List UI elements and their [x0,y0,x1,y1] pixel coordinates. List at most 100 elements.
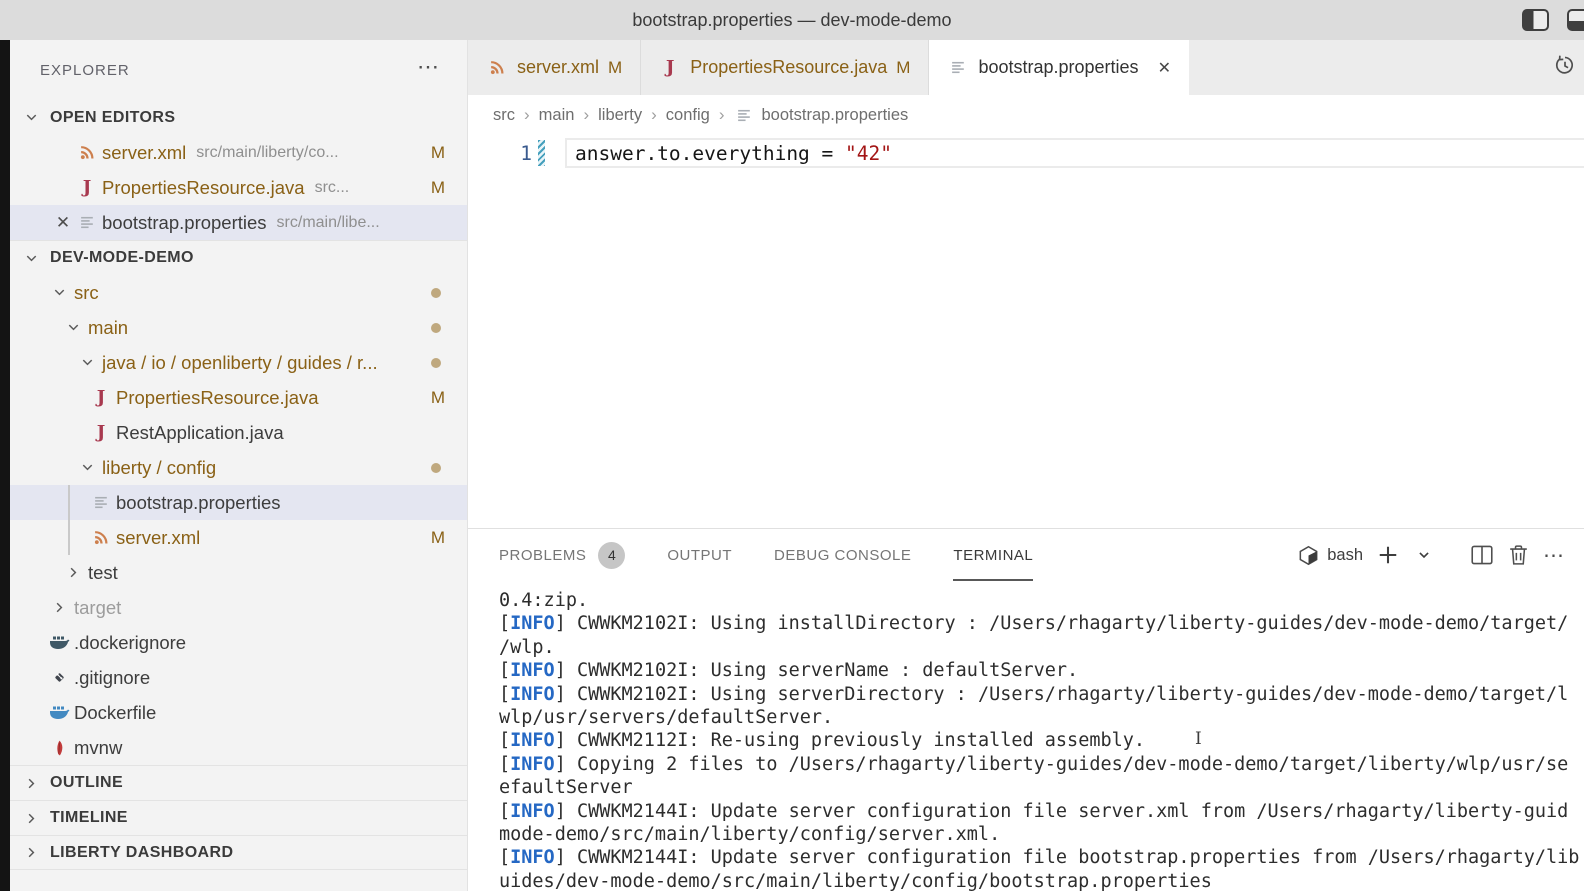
project-root-label: DEV-MODE-DEMO [50,249,194,267]
properties-icon [90,493,112,513]
breadcrumb-file-label: bootstrap.properties [762,106,909,125]
file-name: PropertiesResource.java [102,177,305,199]
tree-item-label: PropertiesResource.java [116,387,319,409]
chevron-right-icon [62,563,84,583]
tree-item-gitignore[interactable]: .gitignore [10,660,467,695]
tree-item-liberty-config[interactable]: liberty / config [10,450,467,485]
open-editor-server-xml[interactable]: server.xmlsrc/main/liberty/co...M [10,135,467,170]
breadcrumb-item-main[interactable]: main [539,106,575,125]
tree-item-dockerfile[interactable]: Dockerfile [10,695,467,730]
terminal-line: [INFO] CWWKM2112I: Re-using previously i… [499,729,1584,752]
log-level-tag: INFO [510,754,555,775]
tree-item-dockerignore[interactable]: .dockerignore [10,625,467,660]
breadcrumb-item-liberty[interactable]: liberty [598,106,642,125]
terminal-line: 0.4:zip. [499,589,1584,612]
terminal-text: CWWKM2144I: Update server configuration … [577,801,1568,822]
code-line-1[interactable]: 1 answer.to.everything = "42" [468,138,1584,168]
terminal-text: CWWKM2102I: Using serverDirectory : /Use… [577,684,1568,705]
timeline-history-icon[interactable] [1554,55,1576,75]
terminal-text: CWWKM2144I: Update server configuration … [577,847,1579,868]
open-editors-header[interactable]: OPEN EDITORS [10,100,467,135]
open-editors-list: server.xmlsrc/main/liberty/co...MJProper… [10,135,467,240]
changes-dot-badge [431,463,441,473]
tab-propertiesresource-java[interactable]: JPropertiesResource.javaM [641,40,929,95]
tree-item-label: mvnw [74,737,122,759]
indent-guide [68,520,70,555]
code-editor[interactable]: 1 answer.to.everything = "42" [468,135,1584,528]
tab-bootstrap-properties[interactable]: bootstrap.properties✕ [929,40,1189,95]
breadcrumb-separator: › [583,105,589,125]
breadcrumb: src›main›liberty›config›bootstrap.proper… [468,95,1584,135]
code-text: answer.to.everything = "42" [575,142,892,165]
terminal-line: [INFO] CWWKM2144I: Update server configu… [499,800,1584,823]
chevron-down-icon [20,108,42,128]
panel-tab-terminal[interactable]: TERMINAL [953,529,1033,581]
indent-guide [68,485,70,520]
chevron-down-icon [76,458,98,478]
panel-tab-output[interactable]: OUTPUT [667,529,732,581]
tree-item-restapplication-java[interactable]: JRestApplication.java [10,415,467,450]
problems-count-badge: 4 [598,542,625,569]
code-token: "42" [845,142,892,165]
tree-item-label: .dockerignore [74,632,186,654]
toggle-panel-icon[interactable] [1567,9,1584,31]
panel-tab-label: DEBUG CONSOLE [774,547,911,564]
bracket: [ [499,754,510,775]
panel-tab-problems[interactable]: PROBLEMS4 [499,529,625,581]
properties-icon [76,213,98,233]
tree-item-label: target [74,597,121,619]
tree-item-main[interactable]: main [10,310,467,345]
explorer-sidebar: EXPLORER ⋯ OPEN EDITORS server.xmlsrc/ma… [10,40,468,891]
tree-item-target[interactable]: target [10,590,467,625]
tree-item-src[interactable]: src [10,275,467,310]
sidebar-section-outline[interactable]: OUTLINE [10,765,467,800]
tree-item-mvnw[interactable]: mvnw [10,730,467,765]
terminal-text: CWWKM2102I: Using installDirectory : /Us… [577,613,1568,634]
close-icon[interactable]: ✕ [50,213,76,233]
split-terminal-icon[interactable] [1471,545,1493,565]
toggle-sidebar-icon[interactable] [1522,9,1549,31]
tab-server-xml[interactable]: server.xmlM [468,40,641,95]
more-actions-icon[interactable]: ⋯ [1543,543,1566,568]
open-editor-propertiesresource-java[interactable]: JPropertiesResource.javasrc...M [10,170,467,205]
sidebar-section-liberty-dashboard[interactable]: LIBERTY DASHBOARD [10,835,467,870]
tree-item-java-io-openliberty-guides-r[interactable]: java / io / openliberty / guides / r... [10,345,467,380]
bracket: ] [555,754,577,775]
changes-dot-badge [431,323,441,333]
terminal-line: wlp/usr/servers/defaultServer. [499,706,1584,729]
terminal-output[interactable]: 0.4:zip. [INFO] CWWKM2102I: Using install… [468,581,1584,891]
properties-icon [734,105,756,125]
new-terminal-icon[interactable] [1377,545,1399,565]
terminal-line: [INFO] CWWKM2144I: Update server configu… [499,846,1584,869]
panel-tabs: PROBLEMS4 OUTPUT DEBUG CONSOLE TERMINAL [499,529,1075,581]
properties-icon [947,58,969,78]
chevron-right-icon [20,843,42,863]
close-icon[interactable]: ✕ [1158,58,1171,78]
project-root-header[interactable]: DEV-MODE-DEMO [10,240,467,275]
open-editor-bootstrap-properties[interactable]: ✕bootstrap.propertiessrc/main/libe... [10,205,467,240]
window-title: bootstrap.properties — dev-mode-demo [0,0,1584,40]
breadcrumb-item-config[interactable]: config [666,106,710,125]
chevron-right-icon [48,598,70,618]
tree-item-bootstrap-properties[interactable]: bootstrap.properties [10,485,467,520]
breadcrumb-item-src[interactable]: src [493,106,515,125]
explorer-more-actions-icon[interactable]: ⋯ [417,54,441,80]
breadcrumb-item-bootstrap-properties[interactable]: bootstrap.properties [734,105,909,125]
kill-terminal-icon[interactable] [1507,545,1529,565]
tree-item-propertiesresource-java[interactable]: JPropertiesResource.javaM [10,380,467,415]
chevron-down-icon [20,248,42,268]
launch-profile-chevron-icon[interactable] [1413,545,1435,565]
bracket: ] [555,730,577,751]
panel-tab-debug-console[interactable]: DEBUG CONSOLE [774,529,911,581]
tree-item-label: server.xml [116,527,200,549]
sidebar-section-timeline[interactable]: TIMELINE [10,800,467,835]
terminal-line: /wlp. [499,636,1584,659]
terminal-shell-selector[interactable]: bash [1297,545,1363,565]
section-label: LIBERTY DASHBOARD [50,844,233,862]
xml-icon [486,58,508,78]
tree-item-server-xml[interactable]: server.xmlM [10,520,467,555]
bracket: [ [499,730,510,751]
tree-item-test[interactable]: test [10,555,467,590]
chevron-down-icon [48,283,70,303]
line-number: 1 [468,142,532,165]
